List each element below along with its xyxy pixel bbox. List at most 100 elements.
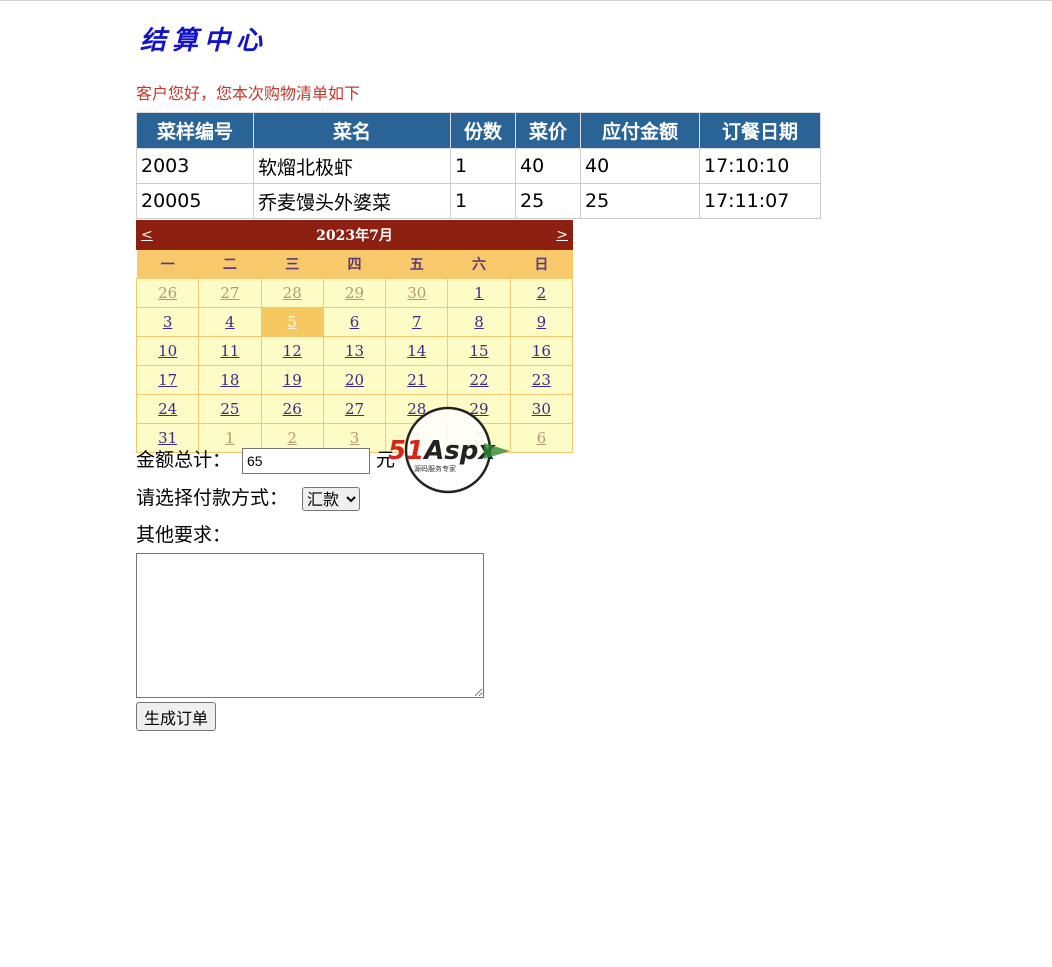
calendar-next-month-link[interactable]: > — [556, 227, 568, 243]
calendar-day-cell[interactable]: 9 — [509, 307, 574, 337]
calendar-day-cell[interactable]: 27 — [198, 278, 262, 308]
calendar-day-link[interactable]: 1 — [225, 429, 235, 447]
calendar-week-row: 3 4 5 6 7 8 9 — [135, 307, 574, 337]
calendar-day-cell[interactable]: 12 — [260, 336, 324, 366]
calendar-day-link[interactable]: 4 — [225, 313, 235, 331]
col-header-dish-name: 菜名 — [253, 112, 451, 149]
cell-price: 40 — [515, 148, 581, 184]
calendar-day-link[interactable]: 9 — [537, 313, 547, 331]
calendar-day-cell[interactable]: 6 — [322, 307, 387, 337]
calendar-day-cell[interactable]: 7 — [385, 307, 449, 337]
calendar-day-cell[interactable]: 29 — [322, 278, 387, 308]
calendar-day-cell[interactable]: 3 — [135, 307, 200, 337]
calendar-day-cell[interactable]: 20 — [322, 365, 387, 395]
calendar-day-link[interactable]: 13 — [345, 342, 364, 360]
calendar-day-link[interactable]: 15 — [470, 342, 489, 360]
cell-quantity: 1 — [450, 183, 516, 219]
calendar-weekday: 日 — [510, 250, 573, 279]
calendar-week-row: 10 11 12 13 14 15 16 — [135, 336, 574, 366]
calendar-day-link[interactable]: 19 — [283, 371, 302, 389]
calendar-day-link[interactable]: 11 — [220, 342, 239, 360]
total-amount-input[interactable] — [242, 448, 370, 474]
calendar-day-link[interactable]: 24 — [158, 400, 177, 418]
generate-order-button[interactable]: 生成订单 — [136, 702, 217, 731]
calendar-day-link[interactable]: 29 — [345, 284, 364, 302]
calendar-day-cell[interactable]: 28 — [260, 278, 324, 308]
calendar-day-link[interactable]: 2 — [287, 429, 297, 447]
col-header-price: 菜价 — [515, 112, 581, 149]
calendar-day-link[interactable]: 20 — [345, 371, 364, 389]
calendar-day-link[interactable]: 26 — [158, 284, 177, 302]
calendar-day-cell[interactable]: 6 — [509, 423, 574, 453]
table-row: 20005 乔麦馒头外婆菜 1 25 25 17:11:07 — [136, 183, 821, 219]
cell-dish-name: 乔麦馒头外婆菜 — [253, 183, 451, 219]
calendar-day-link[interactable]: 12 — [283, 342, 302, 360]
calendar-weekday: 三 — [261, 250, 324, 279]
calendar-day-link[interactable]: 6 — [537, 429, 547, 447]
calendar-day-link[interactable]: 5 — [287, 313, 297, 331]
calendar-day-cell[interactable]: 11 — [198, 336, 262, 366]
calendar-day-link[interactable]: 17 — [158, 371, 177, 389]
calendar-day-cell[interactable]: 14 — [385, 336, 449, 366]
calendar-day-link[interactable]: 21 — [407, 371, 426, 389]
calendar-day-cell[interactable]: 23 — [509, 365, 574, 395]
calendar-day-link[interactable]: 7 — [412, 313, 422, 331]
calendar-day-cell[interactable]: 18 — [198, 365, 262, 395]
page-title: 结算中心 — [140, 26, 269, 56]
calendar-weekday-row: 一二三四五六日 — [136, 250, 573, 279]
calendar-header: < 2023年7月 > — [136, 220, 573, 250]
calendar-day-cell[interactable]: 1 — [447, 278, 511, 308]
watermark-logo: 51Aspx 源码服务专家 — [388, 406, 510, 494]
calendar-day-link[interactable]: 18 — [220, 371, 239, 389]
calendar-day-cell[interactable]: 27 — [322, 394, 387, 424]
calendar-day-link[interactable]: 14 — [407, 342, 426, 360]
calendar-day-cell[interactable]: 26 — [260, 394, 324, 424]
calendar-day-link[interactable]: 25 — [220, 400, 239, 418]
calendar-day-link[interactable]: 22 — [470, 371, 489, 389]
calendar-day-link[interactable]: 23 — [532, 371, 551, 389]
calendar-day-cell[interactable]: 22 — [447, 365, 511, 395]
watermark-tagline: 源码服务专家 — [414, 464, 456, 473]
calendar-day-cell[interactable]: 25 — [198, 394, 262, 424]
calendar-day-cell[interactable]: 19 — [260, 365, 324, 395]
calendar-day-link[interactable]: 27 — [220, 284, 239, 302]
other-requirements-textarea[interactable] — [136, 553, 484, 698]
calendar-day-link[interactable]: 10 — [158, 342, 177, 360]
calendar-week-row: 26 27 28 29 30 1 2 — [135, 278, 574, 308]
cell-amount: 40 — [580, 148, 700, 184]
calendar-day-cell[interactable]: 30 — [509, 394, 574, 424]
calendar-day-cell[interactable]: 10 — [135, 336, 200, 366]
calendar-day-cell[interactable]: 16 — [509, 336, 574, 366]
calendar-day-link[interactable]: 30 — [407, 284, 426, 302]
calendar-day-link[interactable]: 31 — [158, 429, 177, 447]
calendar-prev-month-link[interactable]: < — [141, 227, 153, 243]
calendar-day-cell[interactable]: 21 — [385, 365, 449, 395]
calendar-day-cell[interactable]: 30 — [385, 278, 449, 308]
notes-label: 其他要求： — [136, 524, 232, 546]
calendar-day-cell[interactable]: 8 — [447, 307, 511, 337]
calendar-day-link[interactable]: 1 — [474, 284, 484, 302]
payment-method-select[interactable]: 汇款 — [302, 487, 360, 511]
col-header-order-date: 订餐日期 — [699, 112, 821, 149]
calendar-day-cell[interactable]: 24 — [135, 394, 200, 424]
calendar-day-link[interactable]: 3 — [163, 313, 173, 331]
calendar-day-link[interactable]: 6 — [350, 313, 360, 331]
calendar-day-link[interactable]: 28 — [283, 284, 302, 302]
calendar-weekday: 一 — [136, 250, 199, 279]
calendar-day-link[interactable]: 27 — [345, 400, 364, 418]
calendar-day-cell[interactable]: 5 — [260, 307, 324, 337]
calendar-day-cell[interactable]: 26 — [135, 278, 200, 308]
calendar-month-label: 2023年7月 — [316, 228, 393, 244]
calendar-day-cell[interactable]: 15 — [447, 336, 511, 366]
calendar-day-cell[interactable]: 17 — [135, 365, 200, 395]
calendar-day-cell[interactable]: 2 — [509, 278, 574, 308]
calendar-day-link[interactable]: 30 — [532, 400, 551, 418]
calendar-day-cell[interactable]: 13 — [322, 336, 387, 366]
calendar-day-link[interactable]: 2 — [537, 284, 547, 302]
calendar-day-link[interactable]: 16 — [532, 342, 551, 360]
calendar-day-cell[interactable]: 4 — [198, 307, 262, 337]
calendar-day-link[interactable]: 8 — [474, 313, 484, 331]
calendar-day-link[interactable]: 3 — [350, 429, 360, 447]
calendar-day-link[interactable]: 26 — [283, 400, 302, 418]
col-header-amount: 应付金额 — [580, 112, 700, 149]
